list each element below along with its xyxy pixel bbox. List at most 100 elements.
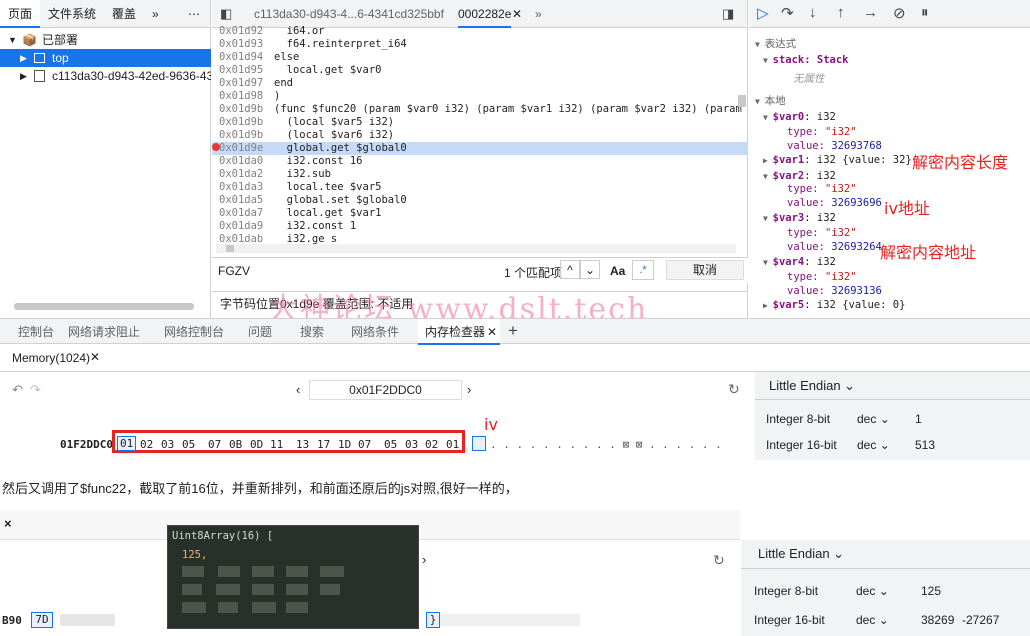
var-value[interactable]: value: 32693264 (787, 240, 882, 254)
tree-item-top[interactable]: ▶ top (0, 49, 211, 67)
memory-byte[interactable]: 01 (446, 438, 459, 451)
var-value[interactable]: value: 32693768 (787, 139, 882, 153)
ascii-brace[interactable]: } (426, 612, 440, 628)
toggle-debugger-icon[interactable]: ◨ (722, 0, 734, 28)
horizontal-scrollbar[interactable] (216, 244, 736, 253)
tree-item-deployed[interactable]: ▼ 📦 已部署 (0, 31, 211, 49)
var-value[interactable]: value: 32693136 (787, 284, 882, 298)
memory-byte[interactable]: 0D (250, 438, 263, 451)
more-tabs-button[interactable]: » (144, 0, 167, 28)
line-number[interactable]: 0x01d9b (219, 103, 263, 116)
var-type[interactable]: type: "i32" (787, 226, 857, 240)
format-select[interactable]: dec ⌄ (856, 613, 889, 627)
step-into-icon[interactable]: ↓ (809, 4, 817, 21)
memory-byte[interactable]: 03 (405, 438, 418, 451)
horizontal-scrollbar[interactable] (14, 303, 194, 310)
line-number[interactable]: 0x01da5 (219, 194, 263, 207)
address-input[interactable]: 0x01F2DDC0 (309, 380, 462, 400)
line-number[interactable]: 0x01d92 (219, 25, 263, 38)
tab-console[interactable]: 控制台 (18, 319, 54, 345)
expand-arrow-icon[interactable]: ▶ (763, 156, 773, 165)
endian-select[interactable]: Little Endian ⌄ (758, 546, 844, 562)
line-number[interactable]: 0x01d93 (219, 38, 263, 51)
tab-file1[interactable]: c113da30-d943-4...6-4341cd325bbf (254, 0, 444, 28)
line-number[interactable]: 0x01da7 (219, 207, 263, 220)
next-match-button[interactable]: ⌄ (580, 260, 600, 279)
line-number[interactable]: 0x01da0 (219, 155, 263, 168)
line-number[interactable]: 0x01d9b (219, 116, 263, 129)
undo-icon[interactable]: ↶ (12, 382, 23, 398)
redo-icon[interactable]: ↷ (30, 382, 41, 398)
tab-request-blocking[interactable]: 网络请求阻止 (68, 319, 140, 345)
format-select[interactable]: dec ⌄ (856, 584, 889, 598)
line-number[interactable]: 0x01d9b (219, 129, 263, 142)
close-icon[interactable]: ✕ (487, 319, 497, 345)
format-select[interactable]: dec ⌄ (857, 412, 890, 426)
scope-var[interactable]: ▼ $var3: i32 (763, 211, 836, 225)
more-tabs-icon[interactable]: » (535, 0, 542, 28)
memory-byte[interactable]: 02 (140, 438, 153, 451)
memory-byte[interactable]: 01 (117, 436, 137, 451)
tab-overrides[interactable]: 覆盖 (104, 0, 144, 28)
regex-button[interactable]: .* (632, 260, 654, 280)
line-number[interactable]: 0x01d94 (219, 51, 263, 64)
memory-byte[interactable]: 13 (296, 438, 309, 451)
cancel-button[interactable]: 取消 (666, 260, 744, 280)
memory-byte[interactable]: 17 (317, 438, 330, 451)
scope-var[interactable]: ▼ $var2: i32 (763, 169, 836, 183)
vertical-scrollbar[interactable] (738, 95, 746, 107)
tab-network-conditions[interactable]: 网络条件 (351, 319, 399, 345)
memory-tab[interactable]: Memory(1024) (12, 351, 90, 365)
expand-arrow-icon[interactable]: ▼ (763, 56, 773, 65)
section-expressions[interactable]: ▼ 表达式 (755, 37, 796, 51)
memory-byte[interactable]: 02 (425, 438, 438, 451)
expand-arrow-icon[interactable]: ▼ (755, 97, 765, 106)
add-tab-icon[interactable]: + (508, 318, 518, 344)
toggle-navigator-icon[interactable]: ◧ (220, 0, 232, 28)
refresh-icon[interactable]: ↻ (713, 552, 725, 569)
endian-select[interactable]: Little Endian ⌄ (769, 378, 855, 394)
tab-file2[interactable]: 0002282e (458, 0, 512, 28)
expand-arrow-icon[interactable]: ▼ (755, 40, 765, 49)
step-over-icon[interactable]: ↷ (781, 4, 794, 22)
line-number[interactable]: 0x01d97 (219, 77, 263, 90)
memory-byte[interactable]: 05 (182, 438, 195, 451)
scope-var[interactable]: ▶ $var1: i32 {value: 32} (763, 153, 912, 167)
memory-byte[interactable]: 07 (358, 438, 371, 451)
tab-network-console[interactable]: 网络控制台 (164, 319, 224, 345)
close-icon[interactable]: × (4, 516, 12, 531)
expand-arrow-icon[interactable]: ▼ (763, 113, 773, 122)
tab-pages[interactable]: 页面 (0, 0, 41, 28)
scope-var[interactable]: ▼ $var4: i32 (763, 255, 836, 269)
expand-arrow-icon[interactable]: ▼ (763, 214, 773, 223)
line-number[interactable]: 0x01d9e (219, 142, 263, 155)
var-type[interactable]: type: "i32" (787, 270, 857, 284)
menu-button[interactable]: ⋯ (180, 0, 210, 28)
ascii-selected[interactable] (472, 436, 486, 451)
search-input[interactable]: FGZV (218, 264, 250, 278)
resume-icon[interactable]: ▷ (757, 4, 769, 22)
prev-match-button[interactable]: ^ (560, 260, 580, 279)
pause-exceptions-icon[interactable]: ⏸ (921, 4, 929, 21)
memory-byte[interactable]: 05 (384, 438, 397, 451)
close-icon[interactable]: ✕ (90, 350, 100, 364)
memory-byte[interactable]: 0B (229, 438, 242, 451)
var-value[interactable]: value: 32693696 (787, 196, 882, 210)
no-properties[interactable]: 无属性 (793, 72, 825, 86)
line-number[interactable]: 0x01da3 (219, 181, 263, 194)
expand-arrow-icon[interactable]: ▶ (763, 301, 773, 310)
var-type[interactable]: type: "i32" (787, 182, 857, 196)
deactivate-breakpoints-icon[interactable]: ⊘ (893, 4, 906, 22)
expand-arrow-icon[interactable]: ▼ (763, 172, 773, 181)
refresh-icon[interactable]: ↻ (728, 381, 740, 398)
line-number[interactable]: 0x01d98 (219, 90, 263, 103)
tree-item-script[interactable]: ▶ c113da30-d943-42ed-9636-4341 (0, 67, 211, 85)
line-number[interactable]: 0x01da2 (219, 168, 263, 181)
line-number[interactable]: 0x01d95 (219, 64, 263, 77)
breakpoint-icon[interactable] (212, 143, 220, 151)
tab-issues[interactable]: 问题 (248, 319, 272, 345)
scope-var[interactable]: ▶ $var5: i32 {value: 0} (763, 298, 905, 312)
line-number[interactable]: 0x01da9 (219, 220, 263, 233)
next-page-icon[interactable]: › (467, 382, 471, 397)
format-select[interactable]: dec ⌄ (857, 438, 890, 452)
